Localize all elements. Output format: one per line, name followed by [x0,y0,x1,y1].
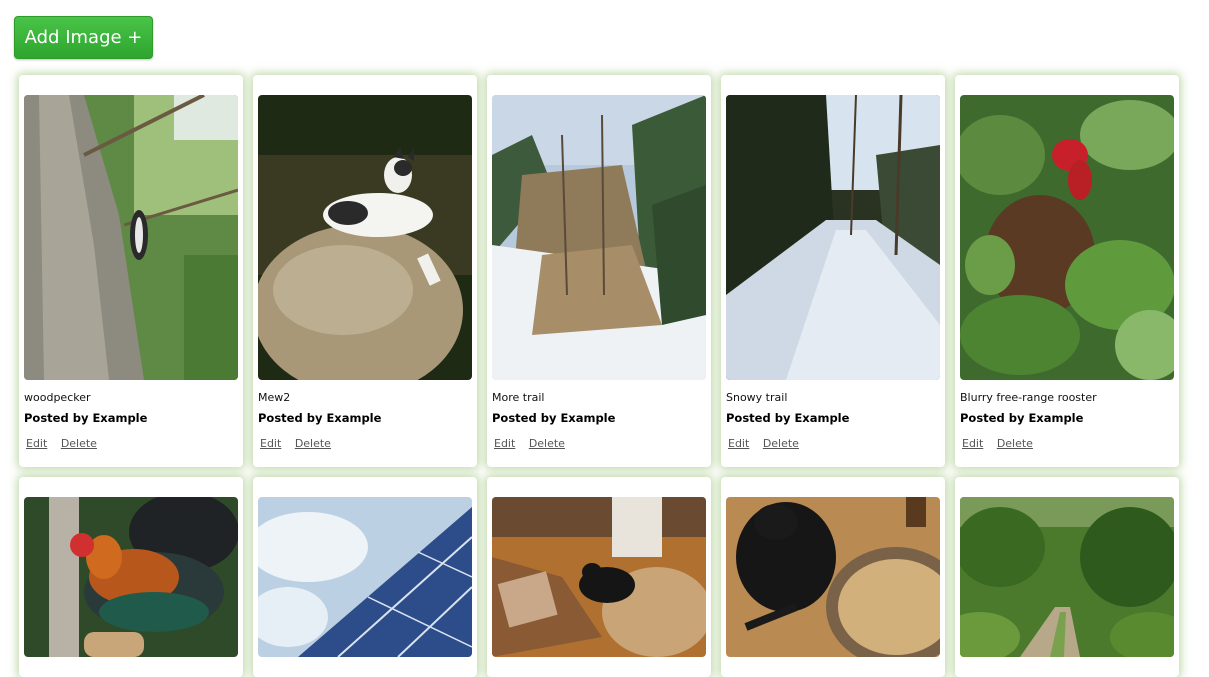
card-image[interactable] [24,95,238,380]
delete-link[interactable]: Delete [997,437,1033,450]
image-card: Mew2 Posted by Example Edit Delete [253,75,477,467]
image-card [721,477,945,677]
delete-link[interactable]: Delete [295,437,331,450]
edit-link[interactable]: Edit [962,437,983,450]
edit-link[interactable]: Edit [494,437,515,450]
card-image[interactable] [960,95,1174,380]
card-image[interactable] [726,497,940,657]
posted-by: Posted by Example [492,411,616,425]
image-card [19,477,243,677]
card-image[interactable] [726,95,940,380]
posted-by: Posted by Example [960,411,1084,425]
delete-link[interactable]: Delete [763,437,799,450]
image-card [253,477,477,677]
image-caption: Mew2 [258,391,291,404]
delete-link[interactable]: Delete [61,437,97,450]
image-card: More trail Posted by Example Edit Delete [487,75,711,467]
card-image[interactable] [492,95,706,380]
image-card [487,477,711,677]
delete-link[interactable]: Delete [529,437,565,450]
edit-link[interactable]: Edit [260,437,281,450]
add-image-button[interactable]: Add Image + [14,16,153,59]
edit-link[interactable]: Edit [26,437,47,450]
image-card: Blurry free-range rooster Posted by Exam… [955,75,1179,467]
card-image[interactable] [960,497,1174,657]
image-caption: Snowy trail [726,391,788,404]
image-caption: Blurry free-range rooster [960,391,1097,404]
card-image[interactable] [258,497,472,657]
edit-link[interactable]: Edit [728,437,749,450]
image-caption: woodpecker [24,391,91,404]
image-card [955,477,1179,677]
card-image[interactable] [492,497,706,657]
card-image[interactable] [24,497,238,657]
card-image[interactable] [258,95,472,380]
posted-by: Posted by Example [24,411,148,425]
image-card: woodpecker Posted by Example Edit Delete [19,75,243,467]
posted-by: Posted by Example [726,411,850,425]
image-caption: More trail [492,391,545,404]
image-card: Snowy trail Posted by Example Edit Delet… [721,75,945,467]
posted-by: Posted by Example [258,411,382,425]
